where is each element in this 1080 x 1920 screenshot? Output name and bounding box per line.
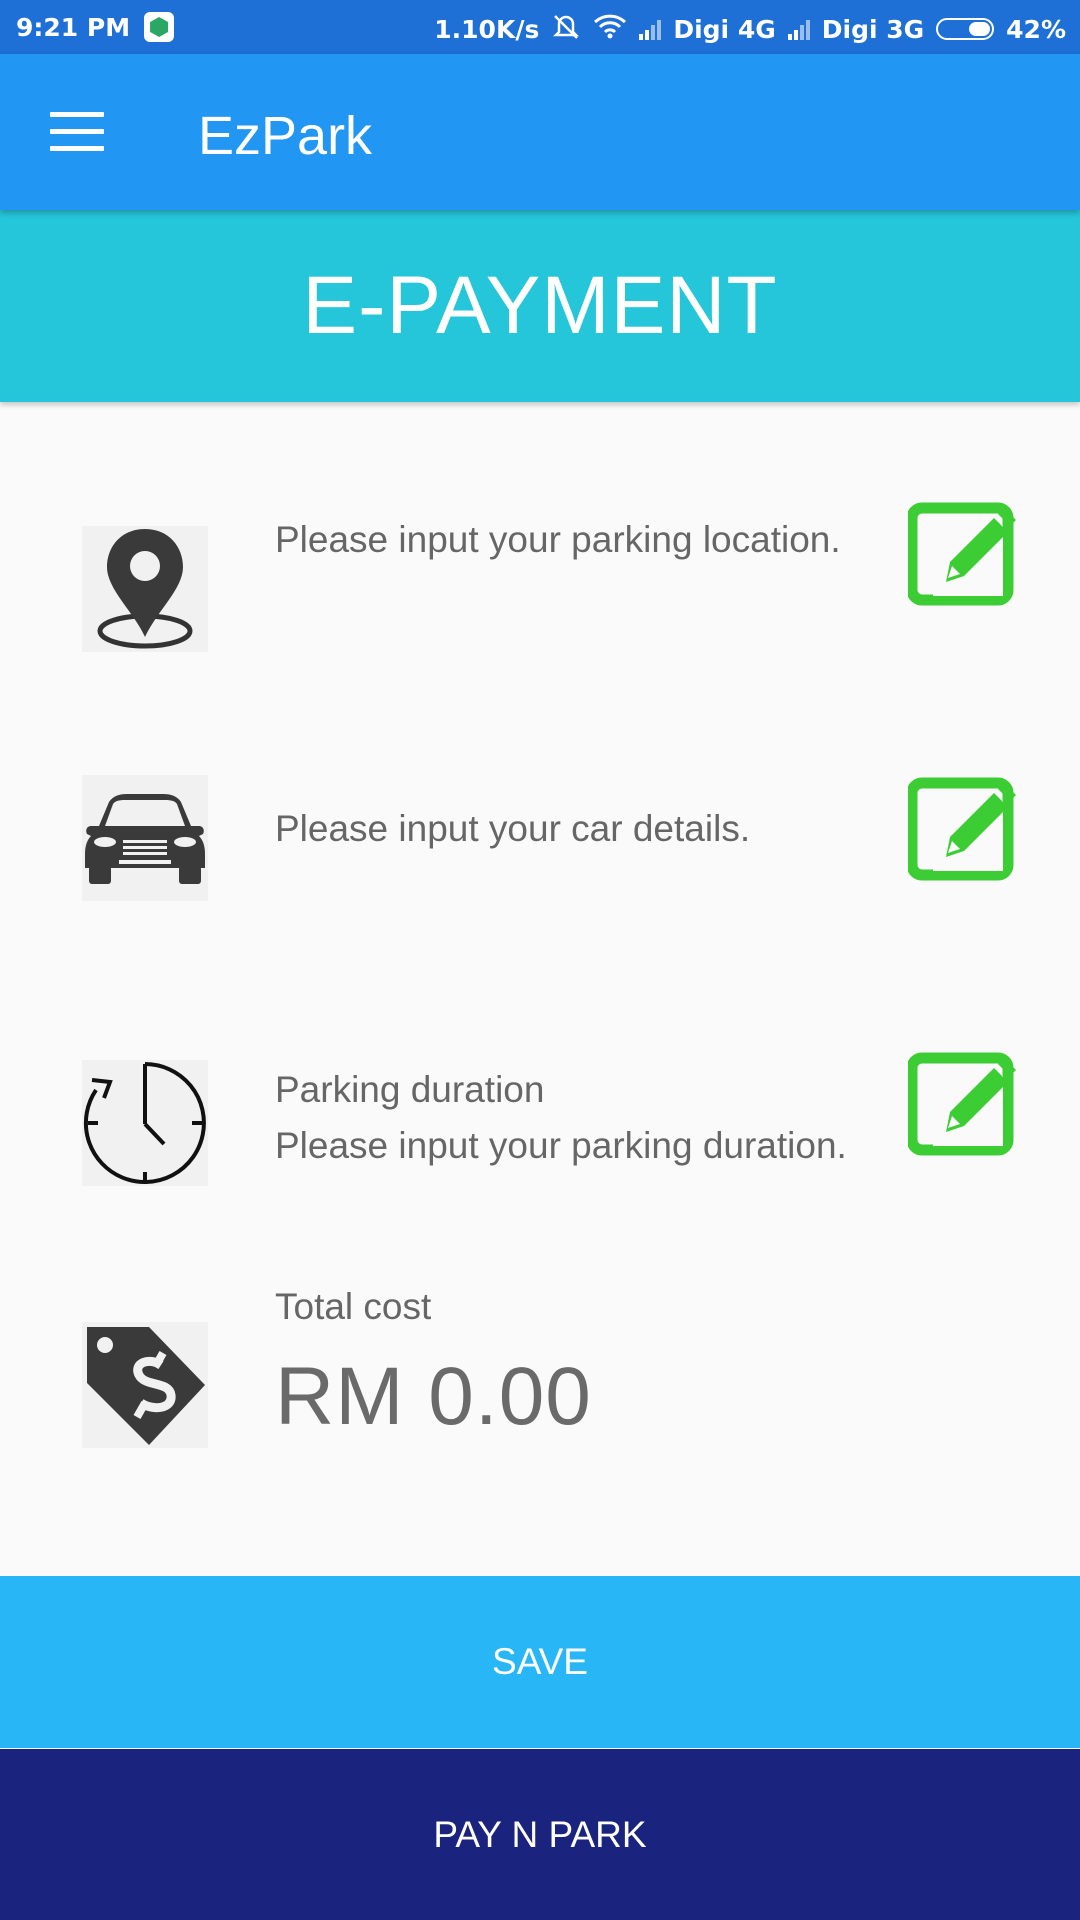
edit-icon xyxy=(906,777,1016,881)
status-time: 9:21 PM xyxy=(16,12,131,42)
total-cost-value: RM 0.00 xyxy=(275,1351,592,1442)
battery-percent: 42% xyxy=(1006,14,1066,44)
car-icon xyxy=(82,775,208,901)
carrier-2: Digi 3G xyxy=(821,14,925,44)
pay-n-park-button[interactable]: PAY N PARK xyxy=(0,1749,1080,1920)
page-title: E-PAYMENT xyxy=(302,260,778,351)
network-speed: 1.10K/s xyxy=(434,14,540,44)
app-bar: EzPark xyxy=(0,54,1080,210)
edit-duration-button[interactable] xyxy=(906,1050,1018,1156)
car-details-text: Please input your car details. xyxy=(275,808,751,849)
save-button[interactable]: SAVE xyxy=(0,1576,1080,1748)
parking-duration-title: Parking duration xyxy=(275,1069,545,1110)
carrier-1: Digi 4G xyxy=(673,14,776,44)
app-shield-icon xyxy=(144,12,175,42)
parking-location-text: Please input your parking location. xyxy=(275,519,841,560)
mute-icon xyxy=(551,12,581,46)
hamburger-menu-icon[interactable] xyxy=(50,112,104,152)
price-tag-icon xyxy=(82,1322,208,1448)
parking-duration-text: Parking duration Please input your parki… xyxy=(275,1062,847,1174)
status-bar: 9:21 PM 1.10K/s Digi 4G Digi 3G 42% xyxy=(0,0,1080,54)
wifi-icon xyxy=(593,13,627,45)
edit-icon xyxy=(906,502,1016,606)
signal-icon xyxy=(787,18,810,40)
page-banner: E-PAYMENT xyxy=(0,210,1080,402)
edit-car-button[interactable] xyxy=(906,775,1018,881)
edit-icon xyxy=(906,1052,1016,1156)
total-cost-label: Total cost xyxy=(275,1286,432,1327)
parking-duration-hint: Please input your parking duration. xyxy=(275,1125,847,1166)
app-title: EzPark xyxy=(198,106,373,166)
clock-icon xyxy=(82,1060,208,1186)
edit-location-button[interactable] xyxy=(906,500,1018,606)
location-pin-icon xyxy=(82,526,208,652)
battery-icon xyxy=(936,18,995,40)
signal-icon xyxy=(639,18,662,40)
